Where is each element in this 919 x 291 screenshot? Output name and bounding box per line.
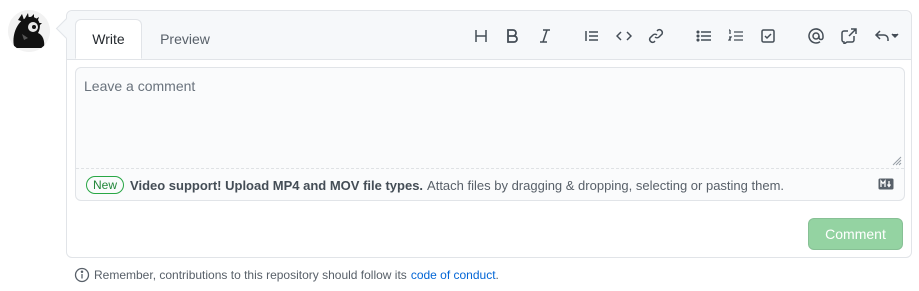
code-of-conduct-note: Remember, contributions to this reposito…: [74, 266, 499, 284]
italic-icon[interactable]: [534, 25, 556, 47]
tab-write[interactable]: Write: [75, 19, 142, 59]
mention-icon[interactable]: [805, 25, 827, 47]
code-of-conduct-link[interactable]: code of conduct: [411, 268, 496, 282]
attach-files-text: Attach files by dragging & dropping, sel…: [427, 177, 785, 193]
resize-handle-icon[interactable]: [892, 156, 902, 166]
cross-reference-icon[interactable]: [838, 25, 860, 47]
avatar[interactable]: [8, 10, 50, 52]
comment-textarea[interactable]: [76, 68, 904, 168]
bold-icon[interactable]: [501, 25, 523, 47]
comment-editor: New Video support! Upload MP4 and MOV fi…: [75, 67, 905, 201]
comment-form: Write Preview Leave a comment New Video …: [55, 10, 912, 258]
file-attach-bar[interactable]: New Video support! Upload MP4 and MOV fi…: [76, 168, 904, 201]
heading-icon[interactable]: [470, 25, 492, 47]
tab-preview[interactable]: Preview: [149, 19, 221, 59]
code-icon[interactable]: [613, 25, 635, 47]
task-list-icon[interactable]: [757, 25, 779, 47]
editor-header: Write Preview: [67, 11, 911, 60]
info-icon: [74, 267, 90, 283]
reply-icon[interactable]: [870, 25, 902, 47]
link-icon[interactable]: [645, 25, 667, 47]
quote-icon[interactable]: [581, 25, 603, 47]
avatar-image: [8, 10, 50, 52]
footer-period: .: [495, 268, 499, 282]
new-badge: New: [86, 176, 125, 194]
video-support-text: Video support! Upload MP4 and MOV file t…: [130, 177, 424, 193]
bulleted-list-icon[interactable]: [693, 25, 715, 47]
comment-button[interactable]: Comment: [808, 218, 903, 250]
remember-text: Remember, contributions to this reposito…: [94, 268, 407, 282]
markdown-icon[interactable]: [878, 178, 894, 190]
numbered-list-icon[interactable]: [725, 25, 747, 47]
